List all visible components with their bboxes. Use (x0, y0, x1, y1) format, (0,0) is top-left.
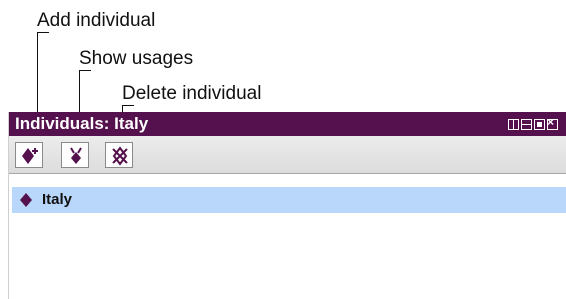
delete-individual-button[interactable] (105, 142, 133, 168)
list-item-label: Italy (42, 191, 73, 208)
diamond-icon (20, 193, 32, 207)
individuals-panel: Individuals: Italy × Italy (8, 112, 566, 299)
panel-toolbar (9, 136, 566, 174)
show-usages-button[interactable] (61, 142, 89, 168)
diamond-cross-icon (112, 146, 128, 166)
add-individual-button[interactable] (15, 142, 43, 168)
window-controls (508, 115, 558, 130)
add-callout-line-h (37, 32, 49, 33)
close-icon[interactable] (547, 115, 558, 130)
show-usages-callout: Show usages (79, 48, 194, 69)
usages-callout-line-h (79, 70, 91, 71)
tile-icon[interactable] (508, 119, 519, 130)
delete-individual-callout: Delete individual (122, 83, 262, 104)
minimize-icon[interactable] (521, 119, 532, 130)
panel-titlebar[interactable]: Individuals: Italy (9, 112, 566, 136)
add-individual-callout: Add individual (37, 10, 156, 31)
list-item[interactable]: Italy (12, 187, 566, 213)
diamond-arrow-icon (70, 147, 82, 164)
diamond-plus-icon (22, 148, 38, 164)
individuals-list: Italy (9, 176, 566, 299)
maximize-icon[interactable] (534, 119, 545, 130)
panel-title: Individuals: Italy (15, 114, 149, 133)
delete-callout-line-h (122, 105, 134, 106)
